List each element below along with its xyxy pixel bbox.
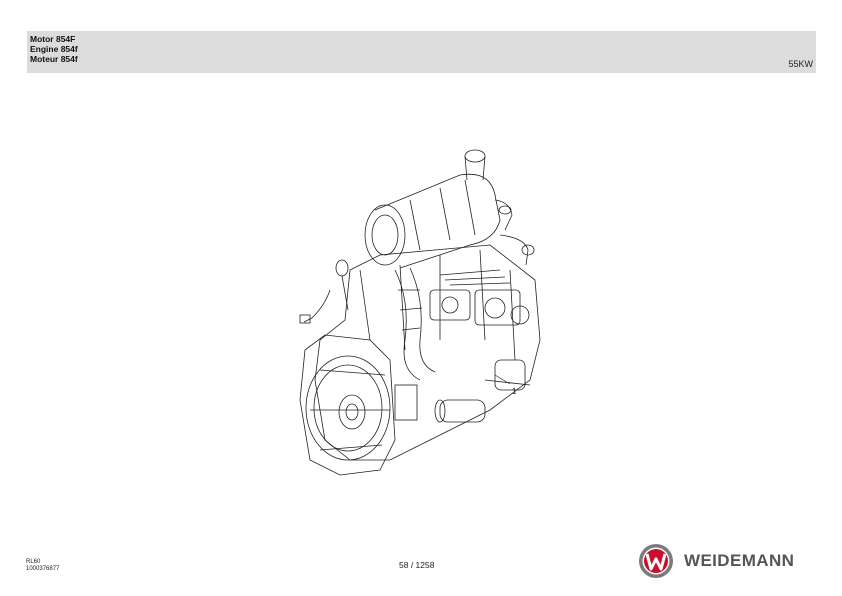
title-french: Moteur 854f [30,54,78,64]
callout-label-1: 1 [512,387,517,396]
page-header: Motor 854F Engine 854f Moteur 854f 55KW [27,31,816,73]
header-titles: Motor 854F Engine 854f Moteur 854f [30,34,78,64]
engine-exploded-drawing [299,149,541,476]
title-german: Motor 854F [30,34,76,44]
footer-document-info: RL60 1000376877 [26,559,59,573]
document-number: 1000376877 [26,566,60,572]
engine-power: 55KW [788,59,813,69]
model-code: RL60 [26,559,41,565]
page-indicator: 58 / 1258 [399,560,435,570]
weidemann-w-logo-icon [639,544,673,578]
brand-wordmark: WEIDEMANN [684,551,795,570]
title-english: Engine 854f [30,44,78,54]
